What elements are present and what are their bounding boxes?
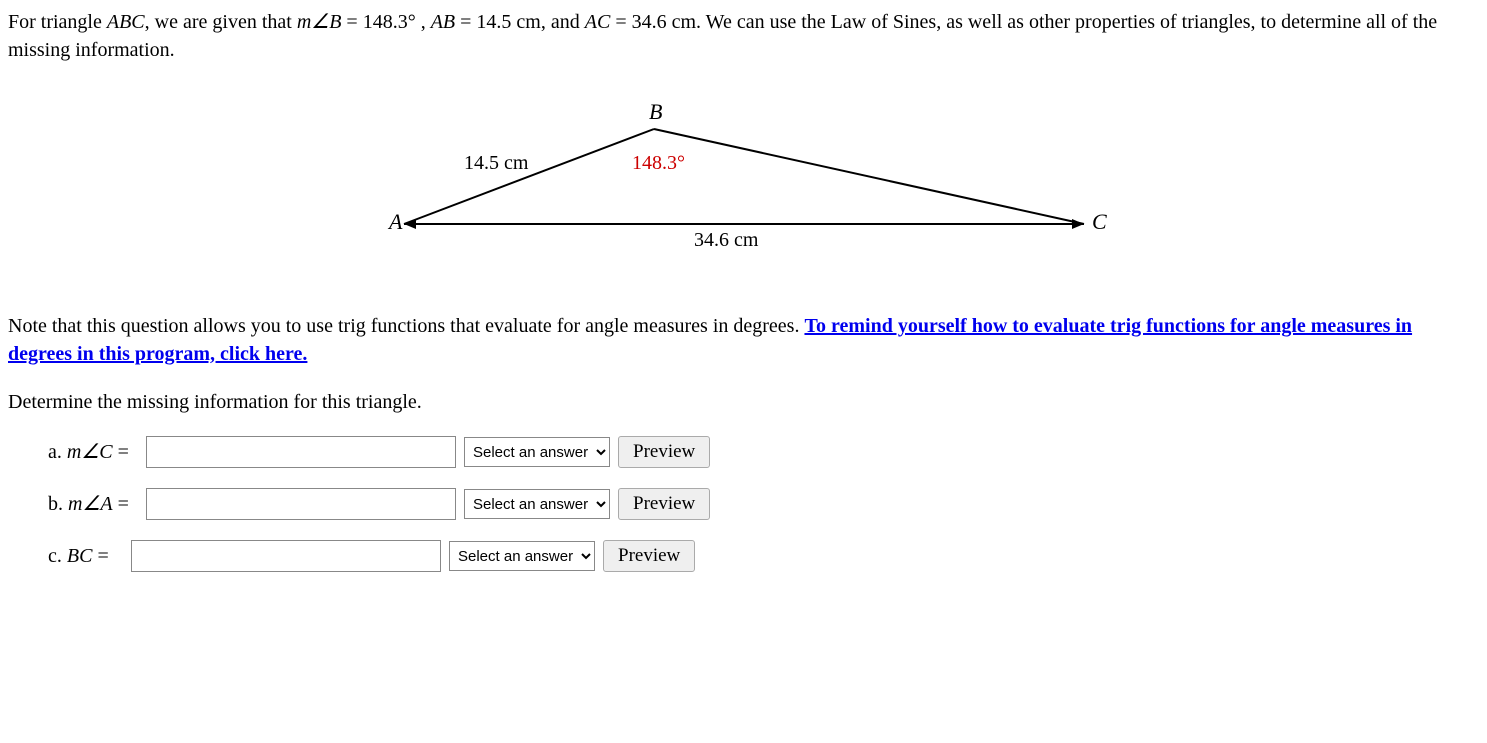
label: m∠A [68, 493, 113, 515]
vertex-a-label: A [387, 209, 403, 234]
angle-b-value: 148.3° [363, 11, 416, 33]
text: , we are given that [145, 11, 297, 33]
ac-value: 34.6 cm [632, 11, 696, 33]
side-ac-label: 34.6 cm [694, 229, 759, 251]
text: , [416, 11, 431, 33]
ab-label: AB [431, 11, 455, 33]
text: = [610, 11, 631, 33]
triangle-diagram: A B C 14.5 cm 34.6 cm 148.3° [8, 94, 1479, 272]
ab-value: 14.5 cm [476, 11, 540, 33]
equals: = [113, 441, 129, 463]
triangle-svg: A B C 14.5 cm 34.6 cm 148.3° [364, 94, 1124, 264]
triangle-name: ABC [107, 11, 145, 33]
prefix: a. [48, 441, 67, 463]
answer-c-label: c. BC = [48, 542, 123, 570]
equals: = [113, 493, 129, 515]
answer-row-b: b. m∠A = Select an answer Preview [48, 488, 1479, 520]
text: For triangle [8, 11, 107, 33]
text: = [455, 11, 476, 33]
text: = [341, 11, 362, 33]
answer-c-select[interactable]: Select an answer [449, 541, 595, 571]
text: , and [541, 11, 585, 33]
arrow-c [1072, 219, 1084, 229]
equals: = [92, 545, 108, 567]
preview-button-a[interactable]: Preview [618, 436, 710, 468]
note: Note that this question allows you to us… [8, 312, 1479, 368]
angle-b-label: m∠B [297, 11, 342, 33]
vertex-c-label: C [1092, 209, 1107, 234]
answer-b-label: b. m∠A = [48, 490, 138, 518]
problem-statement: For triangle ABC, we are given that m∠B … [8, 8, 1479, 64]
answer-a-label: a. m∠C = [48, 438, 138, 466]
answer-a-input[interactable] [146, 436, 456, 468]
label: BC [67, 545, 93, 567]
angle-b-label-diagram: 148.3° [632, 152, 685, 174]
prefix: c. [48, 545, 67, 567]
ac-label: AC [585, 11, 611, 33]
answer-c-input[interactable] [131, 540, 441, 572]
preview-button-c[interactable]: Preview [603, 540, 695, 572]
side-ab [404, 129, 654, 224]
answer-b-input[interactable] [146, 488, 456, 520]
arrow-a [404, 219, 416, 229]
answer-row-a: a. m∠C = Select an answer Preview [48, 436, 1479, 468]
note-plain-text: Note that this question allows you to us… [8, 315, 804, 337]
side-ab-label: 14.5 cm [464, 152, 529, 174]
answer-b-select[interactable]: Select an answer [464, 489, 610, 519]
label: m∠C [67, 441, 113, 463]
instruction-text: Determine the missing information for th… [8, 388, 1479, 416]
vertex-b-label: B [649, 99, 662, 124]
side-bc [654, 129, 1084, 224]
answer-a-select[interactable]: Select an answer [464, 437, 610, 467]
preview-button-b[interactable]: Preview [618, 488, 710, 520]
prefix: b. [48, 493, 68, 515]
answer-row-c: c. BC = Select an answer Preview [48, 540, 1479, 572]
